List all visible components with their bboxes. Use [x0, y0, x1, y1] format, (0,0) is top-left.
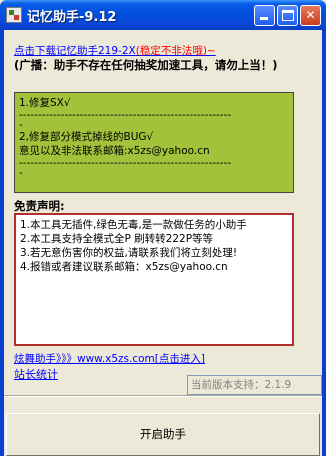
- minimize-icon: [260, 17, 268, 20]
- app-icon: [6, 7, 22, 23]
- separator-line: -: [19, 168, 23, 178]
- disclaimer-box: 1.本工具无插件,绿色无毒,是一款做任务的小助手 2.本工具支持全模式全P 刷转…: [14, 213, 294, 346]
- update-line-1: 1.修复SX√: [19, 97, 71, 109]
- start-helper-button[interactable]: 开启助手: [6, 413, 320, 456]
- separator-line: ----------------------------------------…: [19, 158, 232, 168]
- minimize-button[interactable]: [254, 5, 275, 26]
- close-icon: ✕: [305, 8, 316, 22]
- disclaimer-item: 3.若无意伤害你的权益,请联系我们将立刻处理!: [20, 247, 238, 259]
- download-link-text: 点击下载记忆助手219-2X: [14, 45, 136, 57]
- separator-line: -: [19, 120, 23, 130]
- disclaimer-item: 4.报错或者建议联系邮箱：x5zs@yahoo.cn: [20, 261, 228, 273]
- site-stats-link[interactable]: 站长统计: [14, 366, 58, 382]
- update-line-2: 2,修复部分模式掉线的BUG√: [19, 131, 154, 143]
- app-window: 记忆助手-9.12 ✕ 点击下载记忆助手219-2X(稳定不非法哦)~ (广播：…: [0, 0, 326, 456]
- update-log-box: 1.修复SX√ --------------------------------…: [14, 92, 294, 193]
- update-line-3: 意见以及非法联系邮箱:x5zs@yahoo.cn: [19, 145, 210, 157]
- disclaimer-item: 2.本工具支持全模式全P 刷转转222P等等: [20, 233, 214, 245]
- maximize-button[interactable]: [277, 5, 298, 26]
- close-button[interactable]: ✕: [300, 5, 321, 26]
- title-bar[interactable]: 记忆助手-9.12 ✕: [0, 0, 326, 30]
- download-link[interactable]: 点击下载记忆助手219-2X(稳定不非法哦)~: [14, 43, 216, 58]
- separator-line: ----------------------------------------…: [19, 110, 232, 120]
- window-title: 记忆助手-9.12: [27, 10, 117, 25]
- divider: [4, 395, 322, 397]
- client-area: 点击下载记忆助手219-2X(稳定不非法哦)~ (广播：助手不存在任何抽奖加速工…: [4, 30, 322, 456]
- broadcast-notice: (广播：助手不存在任何抽奖加速工具，请勿上当！): [14, 58, 278, 72]
- dance-helper-link[interactable]: 炫舞助手》》》www.x5zs.com[点击进入]: [14, 351, 205, 366]
- download-link-note: (稳定不非法哦)~: [135, 45, 216, 57]
- version-field[interactable]: 当前版本支持：2.1.9: [187, 375, 322, 395]
- disclaimer-item: 1.本工具无插件,绿色无毒,是一款做任务的小助手: [20, 219, 247, 231]
- disclaimer-heading: 免责声明:: [14, 199, 65, 213]
- maximize-icon: [282, 10, 294, 21]
